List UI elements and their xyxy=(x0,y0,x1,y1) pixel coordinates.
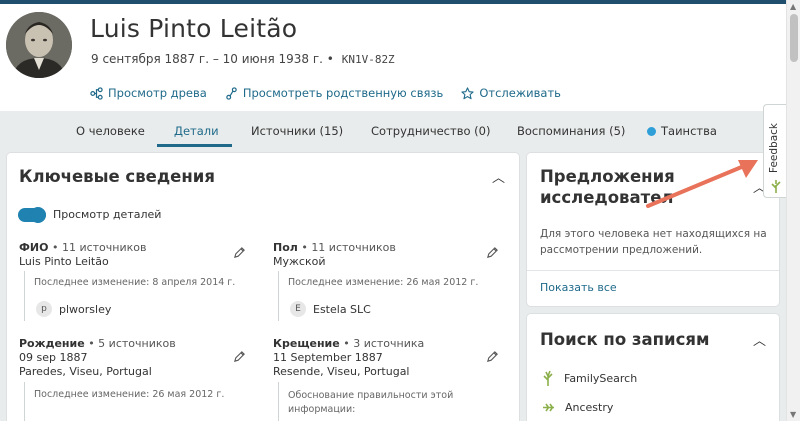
research-text-line-2: рассмотрении предложений. xyxy=(540,244,703,256)
detail-view-toggle-label: Просмотр деталей xyxy=(53,208,162,221)
familysearch-label: FamilySearch xyxy=(564,371,638,385)
christening-fact[interactable]: Крещение • 3 источника 11 September 1887… xyxy=(273,337,424,379)
tab-ordinances-label: Таинства xyxy=(661,124,717,138)
key-facts-card: Ключевые сведения ︿ Просмотр деталей ФИО… xyxy=(7,153,519,421)
sex-fact-label: Пол xyxy=(273,241,298,254)
scrollbar-thumb[interactable] xyxy=(790,14,798,62)
tab-memories[interactable]: Воспоминания (5) xyxy=(517,124,625,138)
reason-line-1: Обоснование правильности этой xyxy=(288,390,454,401)
person-lifespan: 9 сентября 1887 г. – 10 июня 1938 г. • K… xyxy=(91,52,395,66)
familysearch-tree-icon xyxy=(543,370,553,386)
christening-fact-divider xyxy=(278,382,279,421)
sex-fact-contributor[interactable]: E Estela SLC xyxy=(290,301,371,317)
tab-details[interactable]: Детали xyxy=(174,124,219,138)
research-text-line-1: Для этого человека нет находящихся на xyxy=(540,228,767,240)
person-portrait[interactable] xyxy=(6,12,72,78)
collapse-key-facts-chevron-icon[interactable]: ︿ xyxy=(492,167,505,186)
view-tree-label: Просмотр древа xyxy=(108,86,207,100)
edit-sex-pencil-icon[interactable] xyxy=(486,246,499,259)
record-search-card: Поиск по записям ︿ FamilySearch Ancestry xyxy=(527,314,779,421)
follow-link[interactable]: Отслеживать xyxy=(461,86,561,100)
tab-collaborate[interactable]: Сотрудничество (0) xyxy=(371,124,490,138)
tree-icon xyxy=(90,86,103,100)
lifespan-dates: 9 сентября 1887 г. – 10 июня 1938 г. • xyxy=(91,52,334,66)
tab-ordinances[interactable]: Таинства xyxy=(647,124,717,138)
annotation-arrow xyxy=(646,160,758,208)
person-tabs: О человеке Детали Источники (15) Сотрудн… xyxy=(0,111,786,153)
record-search-title: Поиск по записям xyxy=(540,330,710,349)
christening-fact-reason: Обоснование правильности этой информации… xyxy=(288,389,453,417)
name-fact-contributor[interactable]: p plworsley xyxy=(36,301,111,317)
scroll-up-arrow-icon[interactable]: ▲ xyxy=(790,2,796,11)
view-relationship-link[interactable]: Просмотреть родственную связь xyxy=(225,86,443,100)
christening-fact-date: 11 September 1887 xyxy=(273,351,383,364)
person-name: Luis Pinto Leitão xyxy=(90,14,298,43)
ancestry-leaf-icon xyxy=(543,403,554,412)
name-fact-sources: • 11 источников xyxy=(51,241,147,254)
scroll-down-arrow-icon[interactable]: ▼ xyxy=(790,410,796,419)
sex-fact-divider xyxy=(278,271,279,321)
relationship-icon xyxy=(226,86,237,100)
birth-fact-date: 09 sep 1887 xyxy=(19,351,88,364)
sex-fact[interactable]: Пол • 11 источников Мужской xyxy=(273,241,396,269)
birth-fact-changed: Последнее изменение: 26 мая 2012 г. xyxy=(34,389,225,400)
christening-fact-label: Крещение xyxy=(273,337,340,350)
sex-fact-sources: • 11 источников xyxy=(301,241,396,254)
edit-birth-pencil-icon[interactable] xyxy=(233,350,246,363)
sex-fact-changed: Последнее изменение: 26 мая 2012 г. xyxy=(288,277,479,288)
name-fact-label: ФИО xyxy=(19,241,49,254)
contributor-name: Estela SLC xyxy=(313,302,371,316)
view-tree-link[interactable]: Просмотр древа xyxy=(90,86,207,100)
name-fact[interactable]: ФИО • 11 источников Luis Pinto Leitão xyxy=(19,241,146,269)
ordinance-status-dot xyxy=(647,127,656,136)
research-empty-text: Для этого человека нет находящихся на ра… xyxy=(540,226,767,258)
birth-fact[interactable]: Рождение • 5 источников 09 sep 1887 Pare… xyxy=(19,337,176,379)
contributor-avatar: p xyxy=(36,301,52,317)
birth-fact-place: Paredes, Viseu, Portugal xyxy=(19,365,152,378)
search-familysearch-link[interactable]: FamilySearch xyxy=(542,370,637,386)
birth-fact-divider xyxy=(24,382,25,421)
research-divider xyxy=(527,270,779,271)
name-fact-divider xyxy=(24,271,25,321)
ancestry-label: Ancestry xyxy=(565,401,614,414)
show-all-link[interactable]: Показать все xyxy=(540,281,617,294)
reason-line-2: информации: xyxy=(288,404,356,415)
active-tab-indicator xyxy=(157,144,232,147)
person-actions: Просмотр древа Просмотреть родственную с… xyxy=(90,86,561,100)
tab-about[interactable]: О человеке xyxy=(76,124,145,138)
edit-name-pencil-icon[interactable] xyxy=(233,246,246,259)
collapse-record-search-chevron-icon[interactable]: ︿ xyxy=(753,330,766,349)
contributor-name: plworsley xyxy=(59,302,112,316)
birth-fact-label: Рождение xyxy=(19,337,85,350)
page-scrollbar[interactable]: ▲ ▼ xyxy=(786,0,800,421)
detail-view-toggle[interactable] xyxy=(18,207,46,223)
tab-sources[interactable]: Источники (15) xyxy=(251,124,343,138)
christening-fact-place: Resende, Viseu, Portugal xyxy=(273,365,410,378)
key-facts-title: Ключевые сведения xyxy=(19,167,215,186)
name-fact-value: Luis Pinto Leitão xyxy=(19,255,109,268)
person-header: Luis Pinto Leitão 9 сентября 1887 г. – 1… xyxy=(0,4,786,111)
view-relationship-label: Просмотреть родственную связь xyxy=(242,86,444,100)
feedback-label: Feedback xyxy=(768,122,780,173)
star-icon xyxy=(461,86,474,99)
follow-label: Отслеживать xyxy=(479,86,561,100)
christening-fact-sources: • 3 источника xyxy=(343,337,425,350)
feedback-tree-icon xyxy=(771,180,781,193)
name-fact-changed: Последнее изменение: 8 апреля 2014 г. xyxy=(34,277,236,288)
search-ancestry-link[interactable]: Ancestry xyxy=(542,401,613,414)
sex-fact-value: Мужской xyxy=(273,255,326,268)
edit-christening-pencil-icon[interactable] xyxy=(486,350,499,363)
birth-fact-sources: • 5 источников xyxy=(88,337,176,350)
feedback-tab[interactable]: Feedback xyxy=(763,104,787,198)
person-id[interactable]: KN1V-82Z xyxy=(342,53,395,66)
contributor-avatar: E xyxy=(290,301,306,317)
toggle-knob xyxy=(30,207,46,223)
